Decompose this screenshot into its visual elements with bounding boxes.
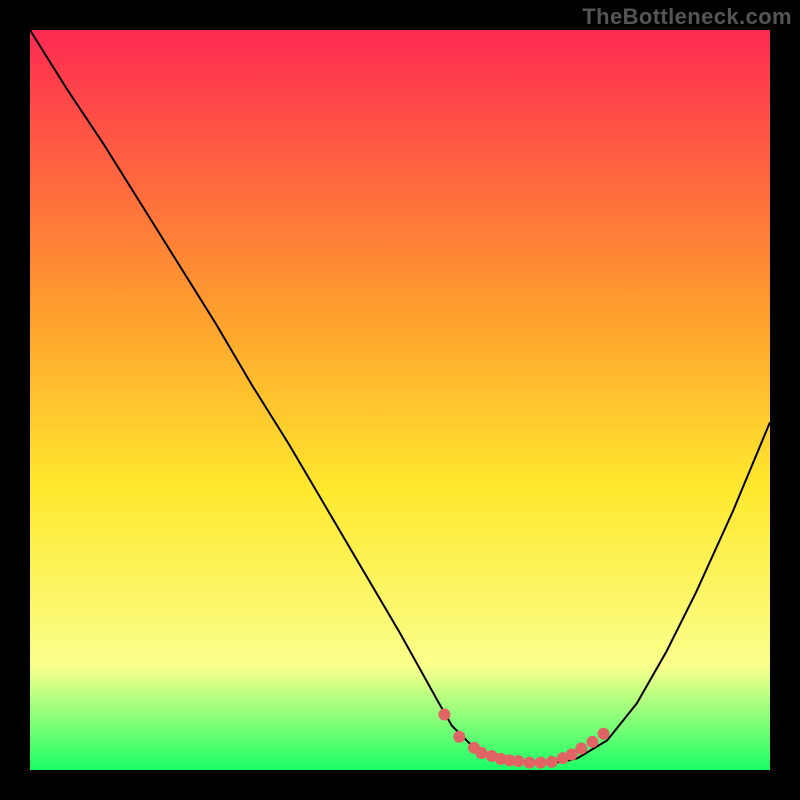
marker-point <box>575 743 587 755</box>
marker-point <box>535 757 547 769</box>
marker-point <box>475 747 487 759</box>
marker-point <box>586 736 598 748</box>
marker-point <box>453 731 465 743</box>
chart-svg <box>30 30 770 770</box>
chart-frame: TheBottleneck.com <box>0 0 800 800</box>
marker-point <box>512 755 524 767</box>
marker-point <box>598 728 610 740</box>
marker-point <box>524 757 536 769</box>
plot-area <box>30 30 770 770</box>
gradient-background <box>30 30 770 770</box>
watermark-text: TheBottleneck.com <box>582 4 792 30</box>
marker-point <box>438 709 450 721</box>
marker-point <box>546 756 558 768</box>
